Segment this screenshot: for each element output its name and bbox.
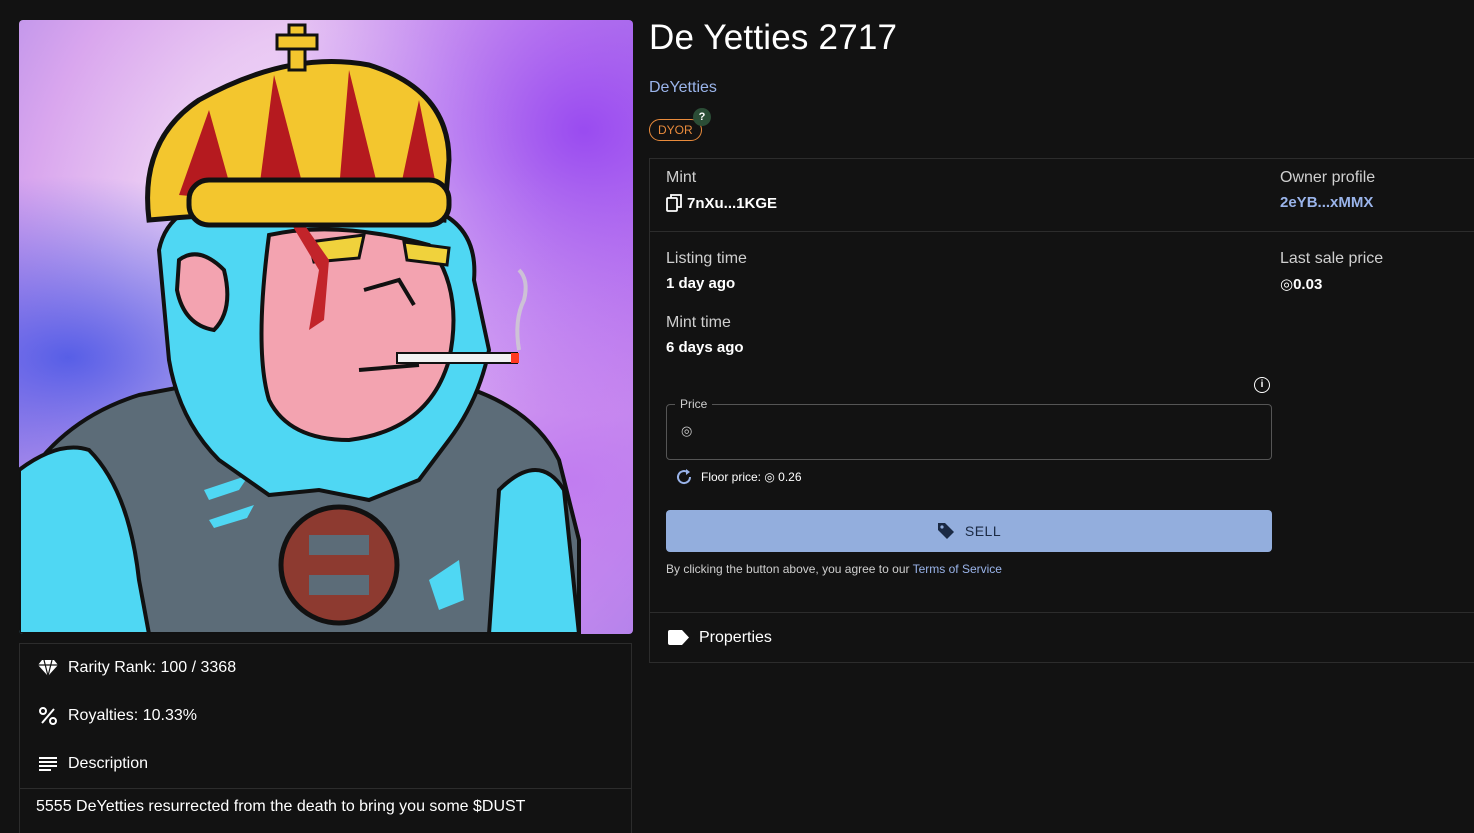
dyor-help-icon[interactable]: ? [693,108,711,126]
floor-price-text: Floor price: ◎ 0.26 [701,470,802,484]
copy-icon[interactable] [666,194,683,212]
listing-time-label: Listing time [666,250,747,267]
terms-link[interactable]: Terms of Service [913,562,1002,576]
info-box: Rarity Rank: 100 / 3368 Royalties: 10.33… [19,643,632,833]
info-icon[interactable]: i [1254,377,1270,393]
rarity-row: Rarity Rank: 100 / 3368 [38,655,236,681]
refresh-icon[interactable] [675,468,693,486]
description-text: 5555 DeYetties resurrected from the deat… [36,798,526,815]
divider [20,788,631,789]
royalties-row: Royalties: 10.33% [38,703,197,729]
price-field[interactable]: Price ◎ [666,397,1272,460]
description-icon [38,754,58,774]
mint-address[interactable]: 7nXu...1KGE [687,195,777,212]
price-currency-icon: ◎ [681,423,693,438]
last-sale-label: Last sale price [1280,250,1384,267]
mint-time-label: Mint time [666,314,731,331]
collection-link[interactable]: DeYetties [649,79,717,97]
description-label: Description [68,755,149,772]
terms-text: By clicking the button above, you agree … [666,562,913,576]
properties-accordion[interactable]: Properties [649,612,1474,663]
page: Rarity Rank: 100 / 3368 Royalties: 10.33… [0,0,1474,833]
price-label: Price [675,397,713,411]
floor-price-row: Floor price: ◎ 0.26 [675,468,802,486]
description-header: Description [38,751,148,777]
price-input[interactable] [697,422,1261,444]
diamond-icon [38,658,58,678]
divider [650,231,1474,232]
tag-icon [937,522,955,540]
details-panel: Mint 7nXu...1KGE Owner profile 2eYB...xM… [649,158,1474,613]
mint-time-value: 6 days ago [666,339,744,356]
properties-label: Properties [699,628,772,646]
nft-image[interactable] [19,20,633,634]
percent-icon [38,706,58,726]
last-sale-value: ◎0.03 [1280,276,1323,293]
owner-label: Owner profile [1280,169,1376,186]
mint-label: Mint [666,169,697,186]
royalties-text: Royalties: 10.33% [68,707,197,724]
yeti-artwork [19,23,582,634]
terms-row: By clicking the button above, you agree … [666,562,1002,576]
sell-button[interactable]: SELL [666,510,1272,552]
mint-value[interactable]: 7nXu...1KGE [666,194,777,212]
owner-link[interactable]: 2eYB...xMMX [1280,194,1373,211]
nft-title: De Yetties 2717 [649,18,898,57]
label-icon [668,630,689,645]
rarity-text: Rarity Rank: 100 / 3368 [68,659,237,676]
listing-time-value: 1 day ago [666,275,736,292]
sell-label: SELL [964,523,1002,539]
